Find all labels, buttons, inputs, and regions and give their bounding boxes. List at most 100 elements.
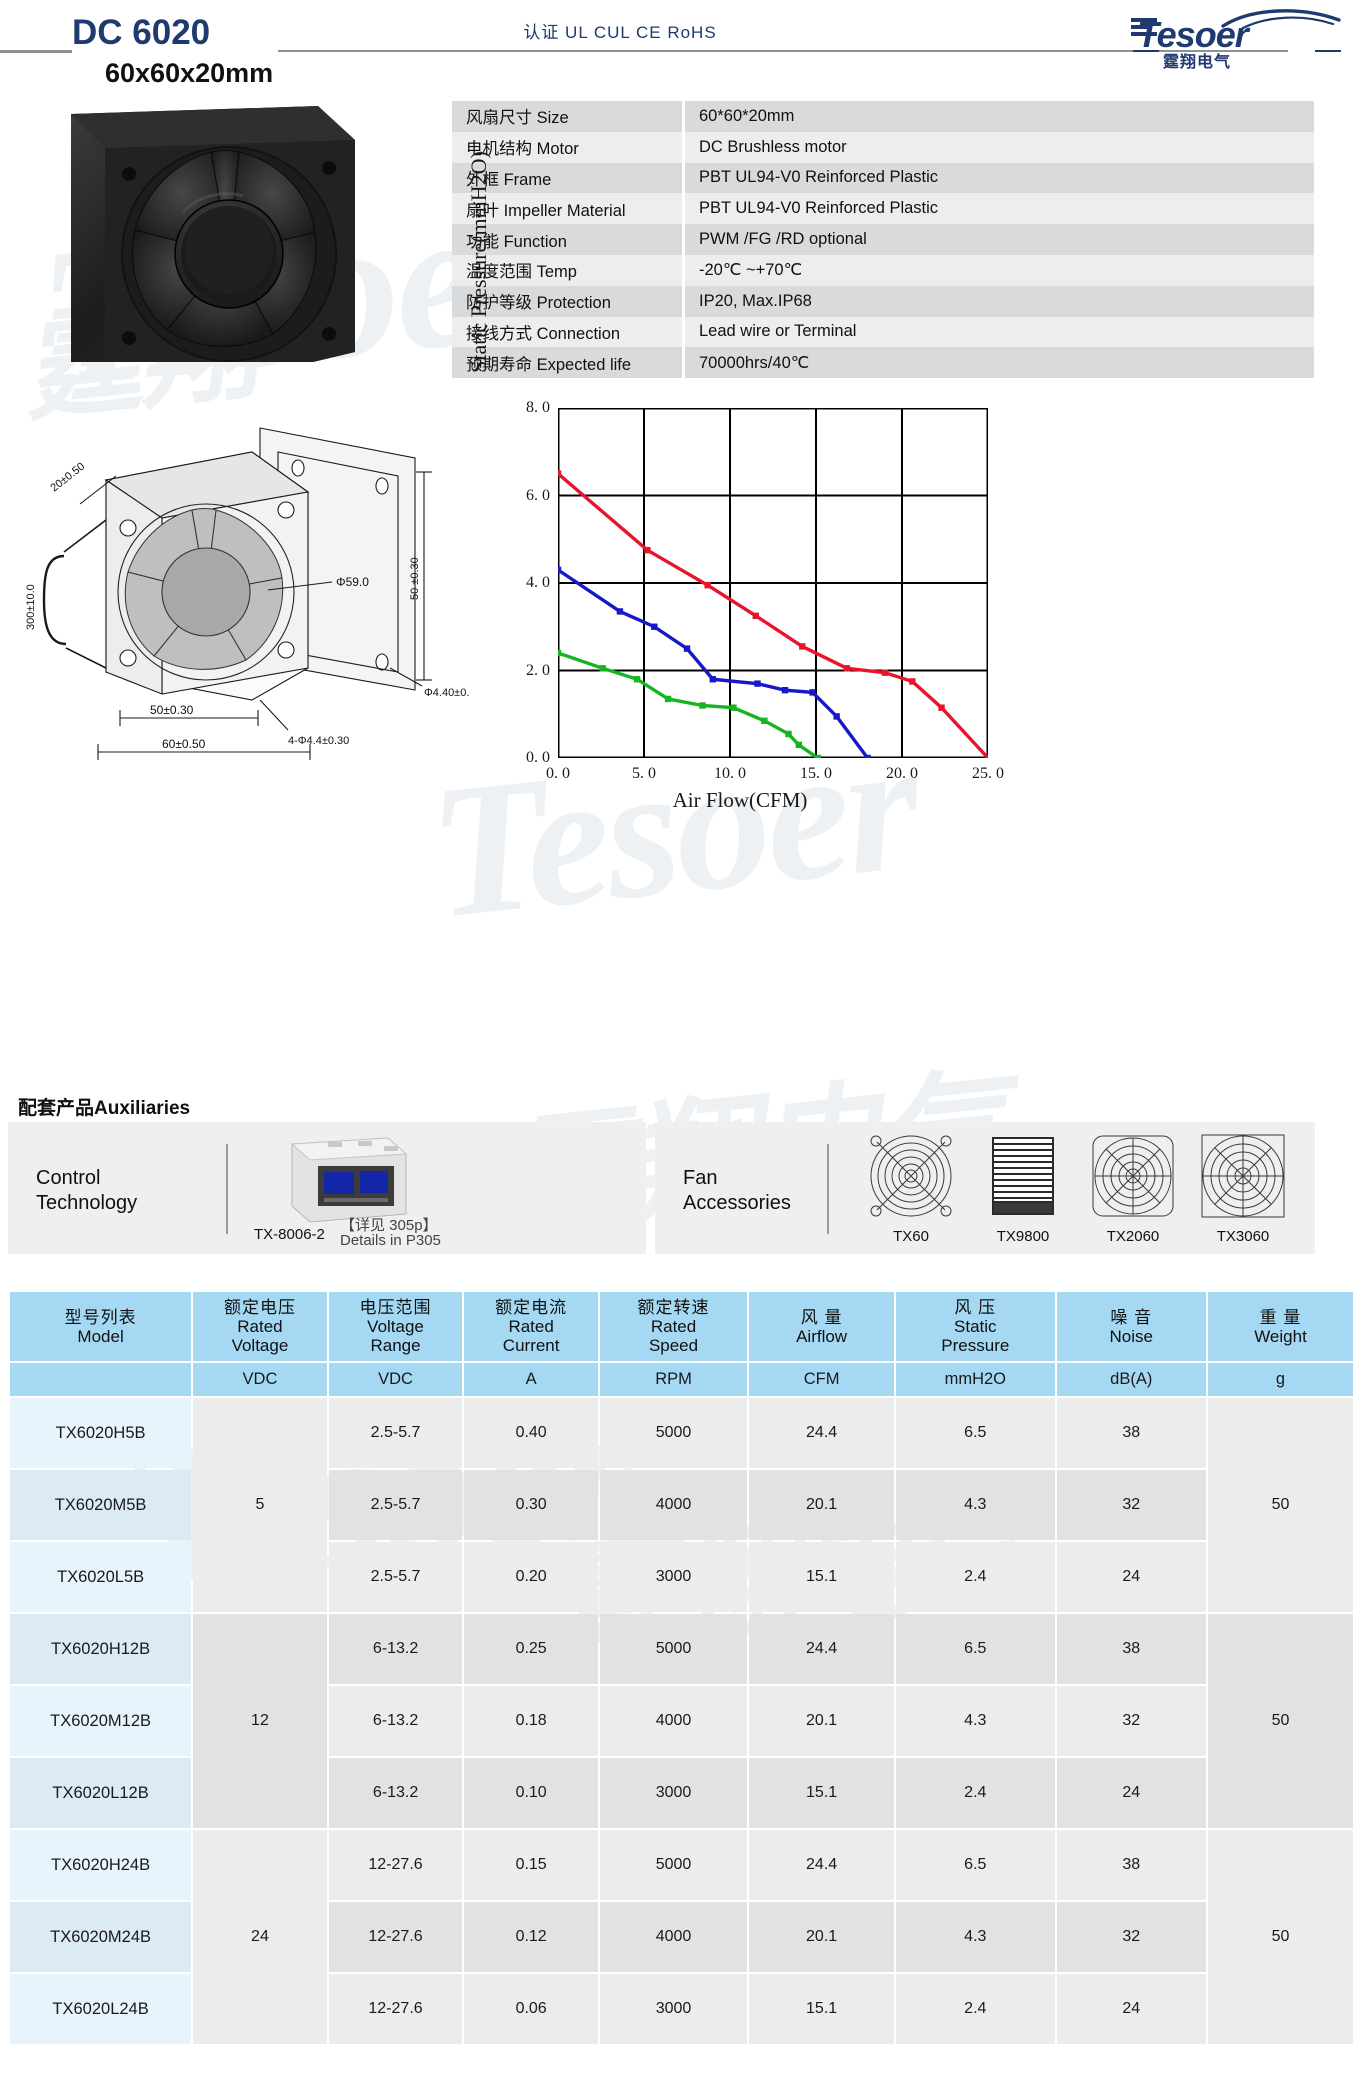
chart-data-point [833,713,840,720]
svg-text:Φ59.0: Φ59.0 [336,575,369,589]
control-label-line2: Technology [36,1192,138,1214]
spec-value: -20℃ ~+70℃ [685,254,1314,286]
cell-rated-speed: 5000 [599,1398,748,1468]
cell-rated-current: 0.06 [464,1974,598,2044]
svg-text:Φ4.40±0.30: Φ4.40±0.30 [424,687,470,699]
cell-voltage-range: 2.5-5.7 [328,1470,463,1540]
control-technology-label: Control Technology [36,1166,137,1216]
cell-model: TX6020H12B [10,1614,192,1684]
chart-series-line [556,471,990,760]
spec-row: 风扇尺寸 Size 60*60*20mm [452,101,1314,132]
spec-value: PBT UL94-V0 Reinforced Plastic [685,193,1314,225]
chart-data-point [881,669,888,676]
spec-row: 扇叶 Impeller Material PBT UL94-V0 Reinforc… [452,193,1314,225]
cell-rated-current: 0.20 [464,1542,598,1612]
svg-text:50 ±0.30: 50 ±0.30 [409,557,421,600]
cell-voltage-range: 12-27.6 [328,1830,463,1900]
chart-data-point [785,730,792,738]
cell-voltage-range: 12-27.6 [328,1902,463,1972]
metal-guard-icon [1092,1135,1174,1217]
unit-model [10,1363,192,1396]
cell-rated-speed: 4000 [599,1902,748,1972]
chart-data-point [664,695,672,703]
filter-grill-icon [992,1137,1054,1215]
plastic-guard-icon [1201,1134,1285,1218]
chart-data-point [633,676,641,683]
control-panel-divider [226,1144,228,1234]
cell-rated-voltage: 12 [193,1614,327,1828]
unit-speed: RPM [599,1363,748,1396]
chart-y-axis-label-text: Static Pressure(mmH2O) [466,151,491,373]
table-units-row: VDC VDC A RPM CFM mmH2O dB(A) g [10,1363,1353,1396]
cell-airflow: 20.1 [749,1902,895,1972]
svg-text:50±0.30: 50±0.30 [150,703,194,717]
accessory-name: TX60 [893,1228,929,1245]
cell-weight: 50 [1208,1830,1353,2044]
cell-noise: 32 [1056,1686,1206,1756]
chart-data-point [843,665,851,672]
th-rated-speed: 额定转速 Rated Speed [599,1292,748,1361]
cell-airflow: 15.1 [749,1542,895,1612]
unit-weight: g [1208,1363,1353,1396]
logo-underline-left [1133,50,1159,52]
fan-product-photo [63,100,363,368]
technical-drawing: 20±0.50 300±10.0 Φ59.0 50 ±0.30 50±0.30 … [20,400,482,800]
chart-x-tick: 15. 0 [800,765,832,782]
cell-model: TX6020M24B [10,1902,192,1972]
company-logo: Tesoer 霆翔电气 [1127,4,1347,71]
cell-rated-current: 0.25 [464,1614,598,1684]
cell-rated-speed: 3000 [599,1974,748,2044]
spec-value: IP20, Max.IP68 [685,285,1314,317]
chart-x-axis-label: Air Flow(CFM) [470,788,1010,813]
fan-accessories-label: Fan Accessories [683,1166,791,1216]
chart-x-tick: 25. 0 [972,765,1004,782]
cell-static-pressure: 2.4 [896,1758,1055,1828]
spec-value: Lead wire or Terminal [685,316,1314,348]
cell-noise: 38 [1056,1398,1206,1468]
cell-rated-current: 0.12 [464,1902,598,1972]
logo-chinese-name: 霆翔电气 [1163,54,1232,71]
chart-y-tick: 4. 0 [526,574,550,591]
chart-data-point [752,612,759,620]
cell-noise: 24 [1056,1542,1206,1612]
chart-series-line [556,568,870,760]
svg-text:60±0.50: 60±0.50 [162,737,206,751]
spec-value: 70000hrs/40℃ [685,347,1314,379]
cell-airflow: 15.1 [749,1758,895,1828]
cell-static-pressure: 2.4 [896,1542,1055,1612]
cell-noise: 38 [1056,1830,1206,1900]
cell-noise: 24 [1056,1974,1206,2044]
cell-rated-current: 0.18 [464,1686,598,1756]
cell-airflow: 24.4 [749,1830,895,1900]
th-weight: 重 量 Weight [1208,1292,1353,1361]
spec-row: 预期寿命 Expected life 70000hrs/40℃ [452,347,1314,379]
chart-y-axis-label: Static Pressure(mmH2O) [466,112,492,412]
cell-noise: 32 [1056,1470,1206,1540]
unit-airflow: CFM [749,1363,895,1396]
cell-voltage-range: 2.5-5.7 [328,1542,463,1612]
unit-pressure: mmH2O [896,1363,1055,1396]
unit-noise: dB(A) [1056,1363,1206,1396]
wire-guard-icon [870,1135,952,1217]
table-header-row: 型号列表 Model 额定电压 Rated Voltage 电压范围 Voltage Ra… [10,1292,1353,1361]
spec-value: PBT UL94-V0 Reinforced Plastic [685,162,1314,194]
cell-rated-voltage: 5 [193,1398,327,1612]
chart-data-point [683,645,691,652]
cell-static-pressure: 4.3 [896,1902,1055,1972]
chart-x-tick: 20. 0 [886,765,918,782]
cell-static-pressure: 4.3 [896,1686,1055,1756]
cell-static-pressure: 4.3 [896,1470,1055,1540]
spec-value: PWM /FG /RD optional [685,224,1314,255]
unit-voltage: VDC [193,1363,327,1396]
chart-data-point [704,581,711,589]
chart-series-line [556,651,820,760]
specification-table: 风扇尺寸 Size 60*60*20mm 电机结构 Motor DC Brushle… [452,101,1314,379]
cell-voltage-range: 6-13.2 [328,1758,463,1828]
spec-value: 60*60*20mm [685,101,1314,132]
accessory-name: TX9800 [996,1228,1050,1245]
chart-plot-area: 0. 0 2. 0 4. 0 6. 0 8. 0 0. 0 5. 0 10. 0 15. 02… [526,399,1004,782]
chart-x-tick: 0. 0 [546,765,570,782]
chart-data-point [799,643,806,650]
th-airflow: 风 量 Airflow [749,1292,895,1361]
cell-rated-speed: 5000 [599,1614,748,1684]
